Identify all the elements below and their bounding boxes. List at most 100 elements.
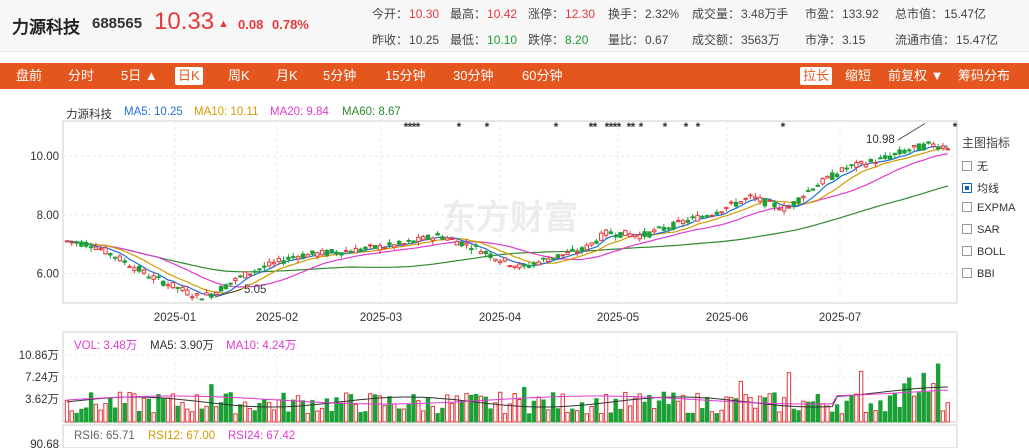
high-marker-line (897, 123, 926, 141)
candle-body (74, 241, 79, 244)
volume-bar (161, 398, 166, 423)
chart-option-button[interactable]: 筹码分布 (958, 63, 1010, 89)
candle-body (743, 197, 748, 200)
candle-body (815, 184, 821, 187)
volume-bar (108, 397, 113, 423)
candle-body (555, 254, 561, 259)
indicator-option[interactable]: BBI (962, 268, 995, 280)
volume-bar (497, 391, 503, 423)
volume-bar (266, 402, 272, 423)
candle-body (382, 247, 387, 250)
checkbox[interactable] (962, 202, 972, 212)
volume-bar (574, 410, 580, 423)
period-tab[interactable]: 5日 ▲ (121, 63, 158, 89)
volume-bar (945, 402, 950, 423)
candle-body (926, 141, 931, 144)
kline-chart[interactable]: 10.00 8.00 6.00 2025-01 2025-02 2025-03 2025-0… (0, 89, 1029, 448)
candle-body (608, 231, 614, 235)
volume-bar (849, 395, 854, 423)
quote-cell: 跌停：8.20 (528, 31, 588, 48)
candle-body (180, 286, 185, 291)
kline-svg[interactable]: 10.00 8.00 6.00 2025-01 2025-02 2025-03 2025-0… (0, 89, 1029, 448)
candle-body (387, 242, 392, 246)
period-tab[interactable]: 分时 (68, 63, 94, 89)
volume-bar (825, 405, 830, 423)
volume-bar (565, 411, 570, 423)
volume-bar (194, 394, 200, 423)
candle-body (170, 282, 176, 289)
checkbox[interactable] (962, 268, 972, 278)
period-tab[interactable]: 15分钟 (385, 63, 425, 89)
volume-bar (185, 408, 190, 423)
period-tab[interactable]: 月K (276, 63, 298, 89)
candle-body (931, 143, 936, 147)
period-tab[interactable]: 60分钟 (522, 63, 562, 89)
quote-label: 最高： (450, 7, 487, 21)
indicator-option[interactable]: EXPMA (962, 202, 1016, 214)
volume-bar (656, 400, 662, 423)
candle-body (348, 250, 354, 254)
candle-body (940, 145, 946, 149)
volume-bar (690, 412, 695, 423)
candle-body (825, 175, 830, 179)
candle-body (700, 215, 705, 218)
quote-label: 涨停： (528, 7, 565, 21)
volume-bar (594, 398, 599, 423)
candle-body (781, 205, 787, 212)
legend-rsi12: RSI12: 67.00 (148, 430, 216, 442)
chart-option-button[interactable]: 前复权 ▼ (888, 63, 943, 89)
candle-body (666, 227, 671, 230)
candle-body (228, 282, 233, 285)
candle-body (704, 215, 710, 218)
candle-body (921, 143, 926, 151)
indicator-option[interactable]: BOLL (962, 246, 1005, 258)
volume-bar (329, 410, 334, 423)
volume-bar (425, 396, 431, 423)
volume-bar (286, 411, 291, 423)
event-marker-icon: * (617, 120, 622, 134)
volume-bar (546, 409, 551, 423)
candle-body (473, 244, 479, 247)
quote-label: 最低： (450, 33, 487, 47)
candle-body (440, 236, 445, 240)
quote-label: 今开： (372, 7, 409, 21)
candle-body (945, 148, 950, 151)
period-tab[interactable]: 5分钟 (323, 63, 356, 89)
volume-bar (926, 391, 931, 423)
candle-body (161, 280, 166, 286)
candle-body (98, 248, 103, 251)
volume-bar (430, 405, 435, 423)
chart-option-button[interactable]: 缩短 (845, 63, 871, 89)
candle-body (830, 172, 835, 180)
period-tab[interactable]: 周K (228, 63, 250, 89)
quote-label: 市盈： (805, 7, 842, 21)
checkbox[interactable] (962, 246, 972, 256)
quote-value: 8.20 (565, 33, 589, 47)
volume-bar (541, 399, 546, 423)
volume-bar (440, 407, 445, 423)
chart-option-button[interactable]: 拉长 (800, 67, 833, 85)
legend-rsi6: RSI6: 65.71 (74, 430, 135, 442)
volume-bar (103, 403, 108, 423)
high-annotation: 10.98 (866, 134, 895, 146)
checkbox[interactable] (962, 161, 972, 171)
date-tick-label: 2025-07 (819, 312, 861, 324)
candle-body (671, 221, 676, 230)
quote-cell: 市盈：133.92 (805, 5, 879, 22)
period-tab[interactable]: 日K (175, 67, 203, 85)
period-tab[interactable]: 盘前 (16, 63, 42, 89)
period-tab[interactable]: 30分钟 (453, 63, 493, 89)
indicator-option[interactable]: 无 (962, 158, 988, 174)
candle-body (574, 251, 580, 254)
checkbox[interactable] (962, 183, 972, 193)
indicator-option[interactable]: SAR (962, 224, 1000, 236)
checkbox[interactable] (962, 224, 972, 234)
candle-body (733, 201, 739, 207)
quote-value: 133.92 (842, 7, 879, 21)
candle-body (647, 231, 652, 238)
candle-body (469, 247, 474, 251)
candle-body (281, 260, 286, 264)
volume-bar (271, 409, 277, 423)
indicator-option[interactable]: 均线 (962, 180, 999, 196)
volume-bar (786, 372, 792, 423)
